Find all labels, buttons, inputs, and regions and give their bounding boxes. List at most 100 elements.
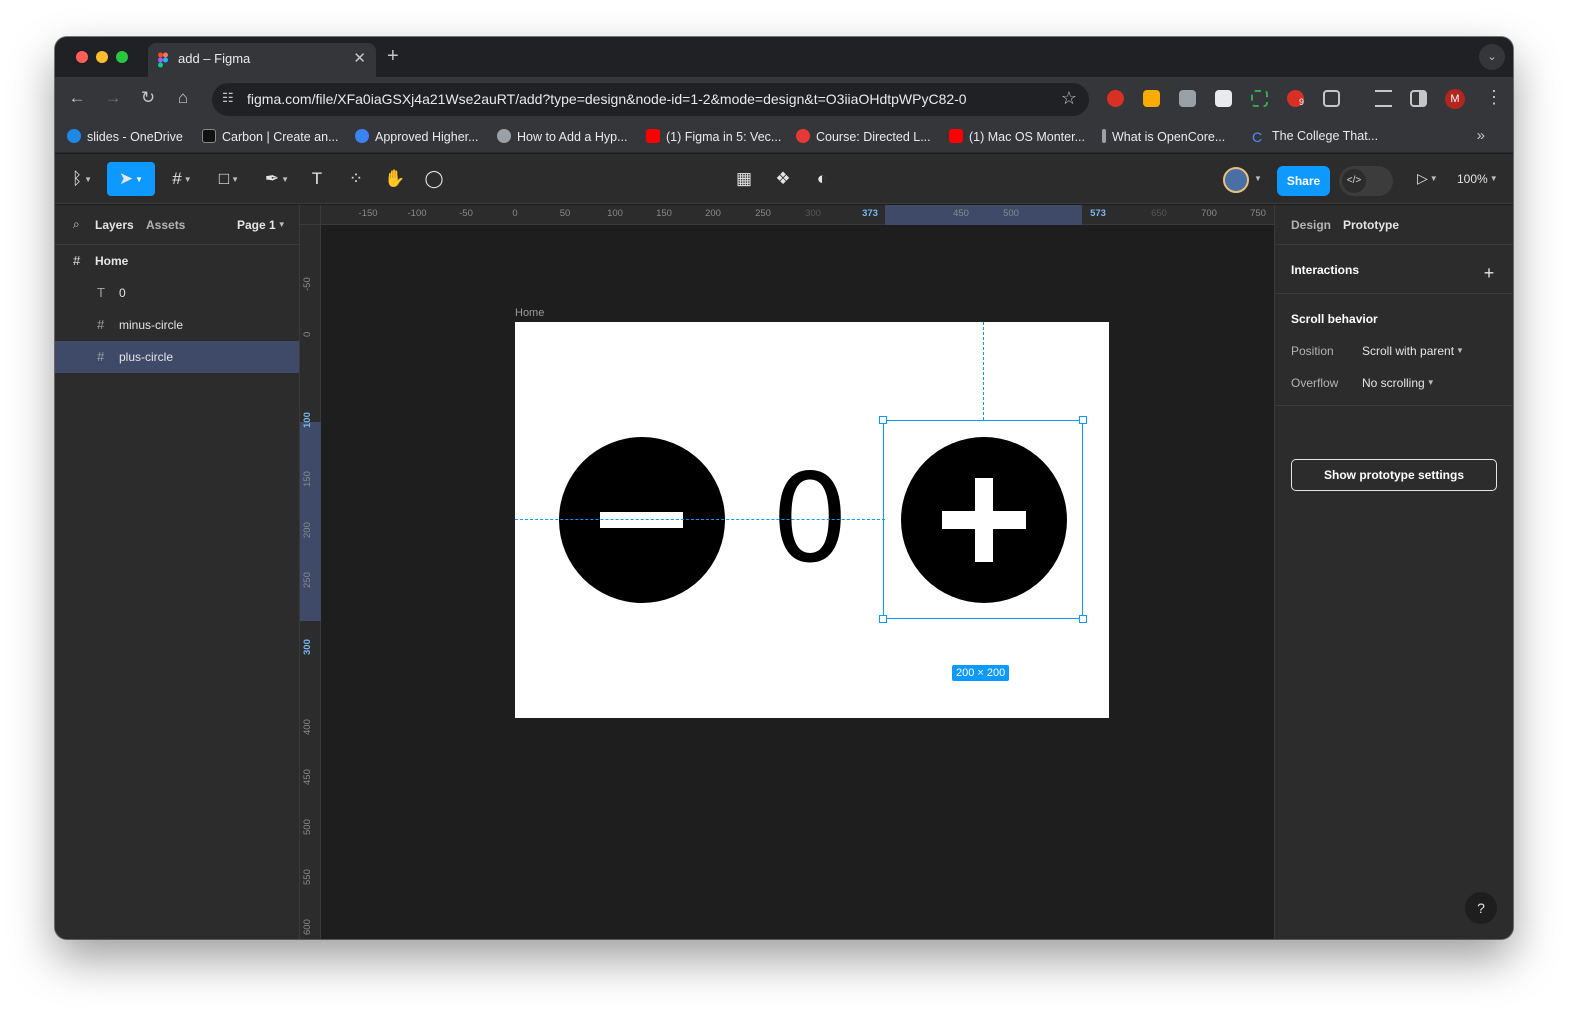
resize-handle[interactable] [1079, 615, 1087, 623]
ruler-selection-highlight [885, 205, 1082, 225]
home-icon[interactable]: ⌂ [172, 88, 194, 108]
bookmark-item[interactable]: Approved Higher... [355, 129, 479, 144]
ruler-tick: -150 [358, 208, 378, 219]
page-selector[interactable]: Page 1 ▼ [237, 218, 286, 232]
bookmark-item[interactable]: C The College That... [1252, 129, 1378, 144]
code-icon: </> [1342, 169, 1366, 193]
bookmark-item[interactable]: (1) Mac OS Monter... [949, 129, 1085, 144]
reload-icon[interactable]: ↻ [137, 88, 159, 108]
bookmark-item[interactable]: What is OpenCore... [1102, 129, 1225, 144]
extensions-puzzle-icon[interactable] [1323, 90, 1340, 107]
hand-tool-button[interactable]: ✋ [382, 162, 408, 196]
ruler-tick: 373 [862, 208, 878, 219]
chevron-down-icon[interactable]: ▼ [1251, 162, 1265, 196]
present-play-icon[interactable]: ▷ ▼ [1417, 170, 1438, 187]
tab-design[interactable]: Design [1291, 218, 1331, 232]
ruler-tick: 600 [302, 919, 313, 935]
share-button[interactable]: Share [1277, 166, 1330, 196]
design-canvas[interactable]: Home 0 200 × 200 [321, 225, 1274, 939]
overflow-dropdown[interactable]: No scrolling ▼ [1362, 376, 1435, 390]
layer-minus-circle[interactable]: # minus-circle [55, 309, 299, 341]
screenshot-icon[interactable] [1251, 90, 1268, 107]
show-prototype-settings-button[interactable]: Show prototype settings [1291, 459, 1497, 491]
reading-list-icon[interactable] [1375, 90, 1392, 107]
onedrive-icon [67, 129, 81, 143]
figma-toolbar: ᛒ ▼ ➤ ▼ # ▼ □ ▼ ✒ ▼ T ⁘ ✋ ◯ ▦ ❖ ◐ ▼ Share </>… [55, 154, 1513, 204]
frame-tool-button[interactable]: # ▼ [163, 162, 201, 196]
position-dropdown[interactable]: Scroll with parent ▼ [1362, 344, 1464, 358]
measurement-guide-horizontal [515, 519, 885, 520]
comment-tool-button[interactable]: ◯ [421, 162, 447, 196]
extension-icon-yellow[interactable] [1143, 90, 1160, 107]
browser-menu-icon[interactable]: ⋮ [1485, 87, 1503, 108]
layer-home[interactable]: # Home [55, 245, 299, 277]
tab-assets[interactable]: Assets [146, 218, 185, 232]
ruler-tick: 150 [656, 208, 672, 219]
layers-panel: ⌕ Layers Assets Page 1 ▼ # Home T 0 # min… [55, 205, 300, 939]
frame-label[interactable]: Home [515, 307, 544, 319]
ruler-tick: 200 [705, 208, 721, 219]
interactions-heading: Interactions [1291, 263, 1360, 277]
tab-prototype[interactable]: Prototype [1343, 218, 1399, 232]
resize-handle[interactable] [879, 615, 887, 623]
maximize-window-button[interactable] [116, 51, 128, 63]
resources-tool-button[interactable]: ⁘ [343, 162, 369, 196]
resize-handle[interactable] [879, 416, 887, 424]
side-panel-icon[interactable] [1410, 90, 1427, 107]
help-button[interactable]: ? [1465, 892, 1497, 924]
component-icon[interactable]: ❖ [770, 162, 796, 196]
bookmark-item[interactable]: How to Add a Hyp... [497, 129, 627, 144]
selection-box[interactable] [879, 416, 1087, 623]
url-text: figma.com/file/XFa0iaGSXj4a21Wse2auRT/ad… [247, 91, 967, 107]
user-avatar[interactable] [1223, 167, 1249, 193]
bookmark-item[interactable]: Carbon | Create an... [202, 129, 339, 144]
contrast-icon[interactable]: ◐ [809, 162, 835, 196]
position-label: Position [1291, 344, 1334, 358]
home-frame[interactable]: 0 [515, 322, 1109, 718]
tab-layers[interactable]: Layers [95, 218, 134, 232]
shape-tool-button[interactable]: □ ▼ [210, 162, 248, 196]
main-menu-button[interactable]: ᛒ ▼ [65, 162, 99, 196]
minimize-window-button[interactable] [96, 51, 108, 63]
ruler-tick: 550 [302, 869, 313, 885]
bookmark-star-icon[interactable]: ☆ [1061, 88, 1077, 109]
extension-icon-red[interactable] [1107, 90, 1124, 107]
browser-tab[interactable]: add – Figma ✕ [148, 43, 376, 77]
address-bar[interactable]: ☷ figma.com/file/XFa0iaGSXj4a21Wse2auRT/… [212, 83, 1089, 116]
close-window-button[interactable] [76, 51, 88, 63]
new-tab-button[interactable]: + [387, 45, 399, 68]
properties-panel: Design Prototype Interactions + Scroll b… [1274, 205, 1513, 939]
text-tool-button[interactable]: T [304, 162, 330, 196]
resize-handle[interactable] [1079, 416, 1087, 424]
measurement-guide-vertical [983, 322, 984, 420]
bookmark-item[interactable]: Course: Directed L... [796, 129, 931, 144]
pen-tool-button[interactable]: ✒ ▼ [258, 162, 296, 196]
ruler-tick: 300 [805, 208, 821, 219]
camera-icon[interactable] [1179, 90, 1196, 107]
extension-icon-badge[interactable]: 9 [1287, 90, 1304, 107]
grid-layout-icon[interactable]: ▦ [731, 162, 757, 196]
ruler-tick: -100 [407, 208, 427, 219]
layer-plus-circle[interactable]: # plus-circle [55, 341, 299, 373]
minus-circle[interactable] [559, 437, 725, 603]
youtube-icon [949, 129, 963, 143]
bookmark-item[interactable]: (1) Figma in 5: Vec... [646, 129, 781, 144]
move-tool-button[interactable]: ➤ ▼ [107, 162, 155, 196]
figma-icon [158, 52, 168, 68]
back-icon[interactable]: ← [66, 88, 88, 108]
forward-icon[interactable]: → [102, 88, 124, 108]
tab-search-button[interactable]: ⌄ [1479, 44, 1505, 70]
more-bookmarks-icon[interactable]: » [1477, 127, 1485, 144]
extension-icon-blue[interactable] [1215, 90, 1232, 107]
bookmark-item[interactable]: slides - OneDrive [67, 129, 183, 144]
close-tab-icon[interactable]: ✕ [353, 49, 366, 67]
add-interaction-icon[interactable]: + [1475, 259, 1503, 287]
site-info-icon[interactable]: ☷ [222, 90, 234, 106]
dev-mode-toggle[interactable]: </> [1339, 166, 1393, 196]
profile-avatar[interactable]: M [1445, 89, 1465, 109]
zoom-level[interactable]: 100% ▼ [1457, 172, 1498, 186]
overflow-label: Overflow [1291, 376, 1339, 390]
search-icon[interactable]: ⌕ [73, 217, 80, 232]
ruler-tick: 400 [302, 719, 313, 735]
layer-text-0[interactable]: T 0 [55, 277, 299, 309]
